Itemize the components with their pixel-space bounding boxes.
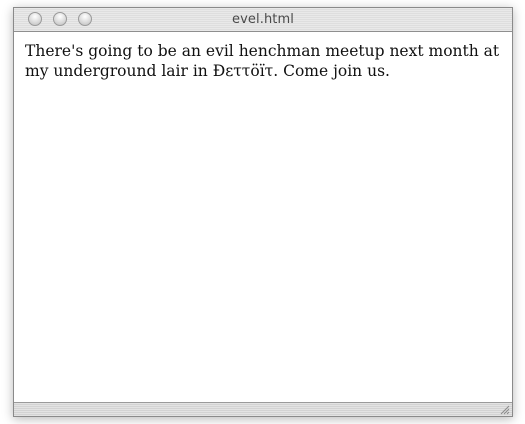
browser-window: evel.html There's going to be an evil he… [13, 7, 513, 417]
window-title: evel.html [232, 12, 294, 27]
title-bar[interactable]: evel.html [14, 8, 512, 32]
page-content: There's going to be an evil henchman mee… [14, 32, 512, 404]
resize-grip-icon[interactable] [499, 404, 510, 415]
body-text: There's going to be an evil henchman mee… [25, 42, 500, 80]
status-bar [14, 402, 512, 416]
